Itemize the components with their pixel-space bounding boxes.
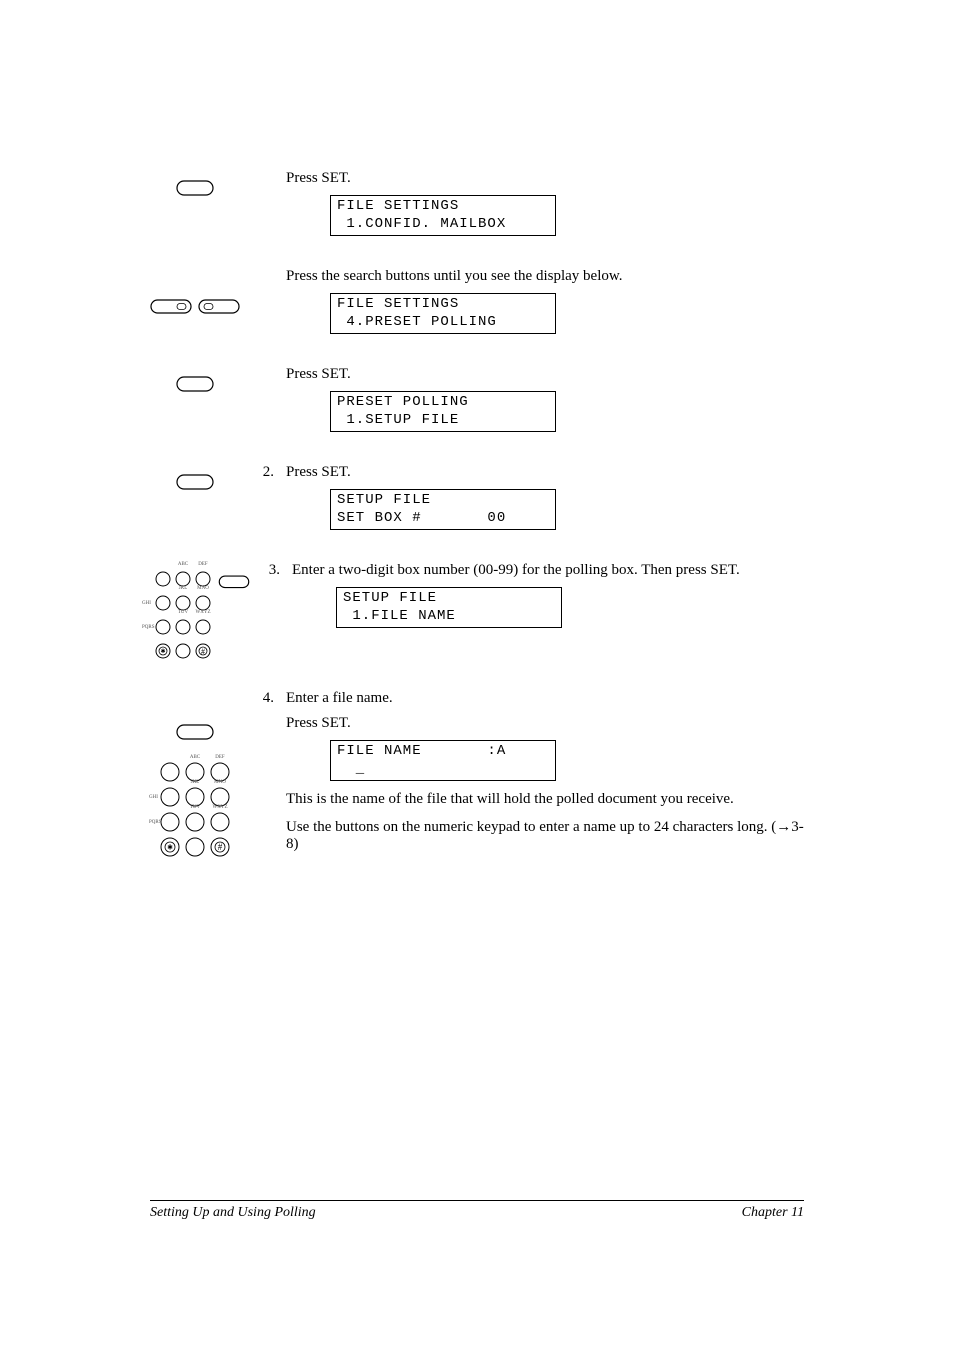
set-button-icon	[176, 372, 214, 394]
step-body: Press SET. FILE SETTINGS 1.CONFID. MAILB…	[280, 170, 804, 240]
step-row: Press SET. PRESET POLLING 1.SETUP FILE	[140, 366, 804, 436]
page-footer: Setting Up and Using Polling Chapter 11	[150, 1200, 804, 1221]
footer-right: Chapter 11	[742, 1205, 804, 1221]
step-number: 3.	[256, 562, 286, 662]
arrow-right-icon: →	[776, 818, 791, 835]
icon-column: ABC DEF GHI JKL MNO PQRS TUV WXYZ ✱ #	[140, 562, 256, 662]
instruction-text: Enter a file name.	[286, 690, 804, 707]
step-row: 2. Press SET. SETUP FILE SET BOX # 00	[140, 464, 804, 534]
step-body: Press SET. SETUP FILE SET BOX # 00	[280, 464, 804, 534]
manual-page: Press SET. FILE SETTINGS 1.CONFID. MAILB…	[0, 0, 954, 858]
step-body: Enter a two-digit box number (00-99) for…	[286, 562, 804, 662]
instruction-text: Press the search buttons until you see t…	[286, 268, 804, 285]
step-number: 4.	[250, 690, 280, 861]
icon-column	[140, 464, 250, 534]
lcd-display: FILE NAME :A _	[330, 740, 556, 781]
step-number	[250, 268, 280, 338]
step-row: ABC DEF GHI JKL MNO PQRS TUV WXYZ ✱ # 3.…	[140, 562, 804, 662]
instruction-text: Press SET.	[286, 170, 804, 187]
set-button-icon	[176, 470, 214, 492]
lcd-display: FILE SETTINGS 1.CONFID. MAILBOX	[330, 195, 556, 236]
step-row: Press the search buttons until you see t…	[140, 268, 804, 338]
step-number	[250, 366, 280, 436]
icon-column	[140, 170, 250, 240]
instruction-text: Press SET.	[286, 366, 804, 383]
set-button-icon	[176, 176, 214, 198]
search-right-button-icon	[198, 296, 240, 316]
hash-key-icon: #	[201, 647, 205, 656]
set-button-icon	[176, 720, 214, 742]
step-row: Press SET. FILE SETTINGS 1.CONFID. MAILB…	[140, 170, 804, 240]
step-row: 4. Enter a file name. Press SET. FILE NA…	[140, 690, 804, 861]
icon-column	[140, 690, 250, 861]
icon-column	[140, 366, 250, 436]
icon-column	[140, 268, 250, 338]
set-button-icon	[218, 572, 250, 590]
lcd-display: PRESET POLLING 1.SETUP FILE	[330, 391, 556, 432]
instruction-text: Press SET.	[286, 464, 804, 481]
numeric-keypad-icon: ABC DEF GHI JKL MNO PQRS TUV WXYZ ✱ #	[152, 568, 210, 662]
search-left-button-icon	[150, 296, 192, 316]
instruction-text: Press SET.	[286, 715, 804, 732]
instruction-text: Enter a two-digit box number (00-99) for…	[292, 562, 804, 579]
step-body: Press the search buttons until you see t…	[280, 268, 804, 338]
lcd-display: SETUP FILE SET BOX # 00	[330, 489, 556, 530]
step-number: 2.	[250, 464, 280, 534]
lcd-display: FILE SETTINGS 4.PRESET POLLING	[330, 293, 556, 334]
step-body: Press SET. PRESET POLLING 1.SETUP FILE	[280, 366, 804, 436]
lcd-display: SETUP FILE 1.FILE NAME	[336, 587, 562, 628]
followup-text: Use the buttons on the numeric keypad to…	[286, 818, 804, 853]
star-key-icon: ✱	[160, 648, 165, 655]
step-body: Enter a file name. Press SET. FILE NAME …	[280, 690, 804, 861]
followup-text: This is the name of the file that will h…	[286, 791, 804, 808]
step-number	[250, 170, 280, 240]
footer-left: Setting Up and Using Polling	[150, 1205, 316, 1221]
